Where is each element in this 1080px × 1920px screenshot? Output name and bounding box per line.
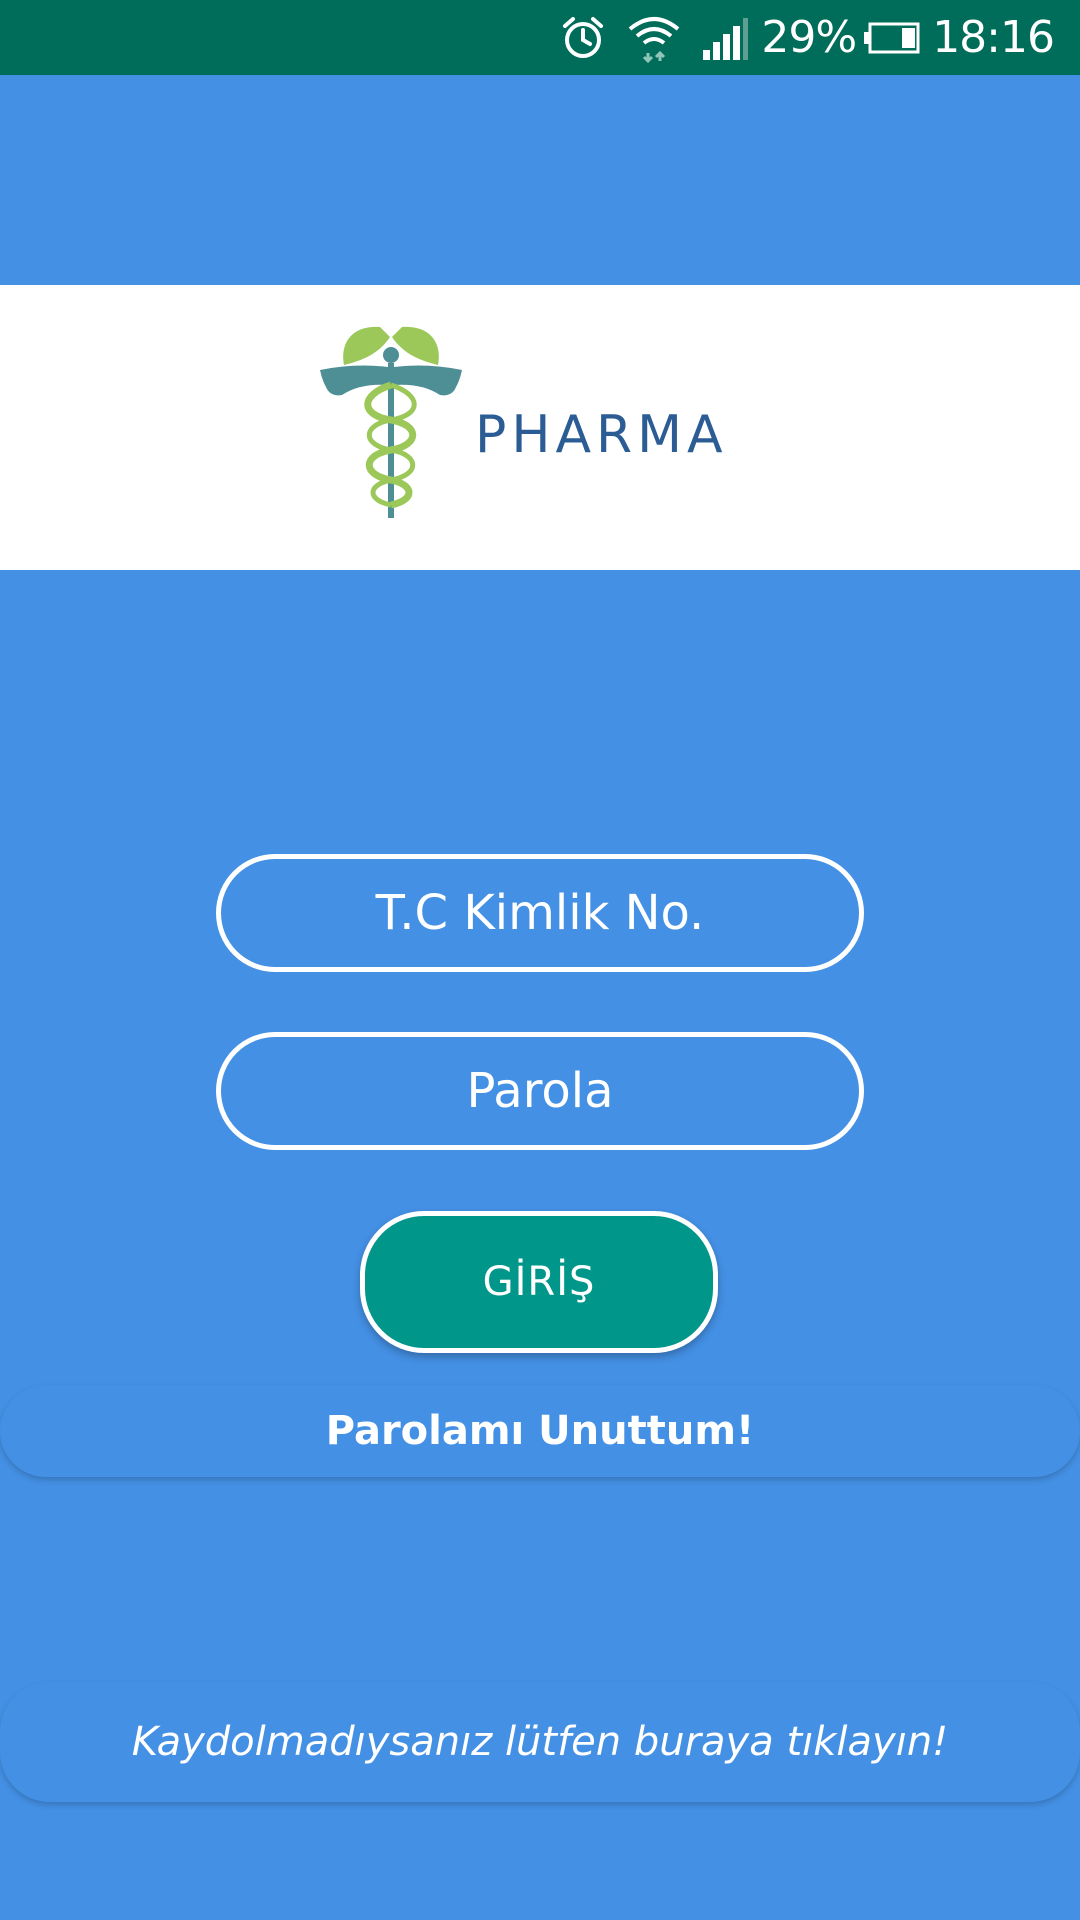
password-field[interactable] [216,1032,864,1150]
register-link[interactable]: Kaydolmadıysanız lütfen buraya tıklayın! [0,1682,1080,1802]
login-button[interactable]: GİRİŞ [360,1211,718,1353]
battery-percent: 29% [761,12,857,63]
wifi-icon [627,13,681,63]
status-bar: 29% 18:16 [0,0,1080,75]
brand-name: PHARMA [475,405,728,465]
clock: 18:16 [932,12,1055,63]
forgot-password-link[interactable]: Parolamı Unuttum! [0,1385,1080,1477]
signal-icon [701,16,749,60]
logo-band: PHARMA [0,285,1080,570]
id-number-field[interactable] [216,854,864,972]
alarm-icon [559,14,607,62]
id-number-input[interactable] [221,859,859,967]
battery-icon [864,22,920,54]
password-input[interactable] [221,1037,859,1145]
caduceus-icon [320,325,468,525]
